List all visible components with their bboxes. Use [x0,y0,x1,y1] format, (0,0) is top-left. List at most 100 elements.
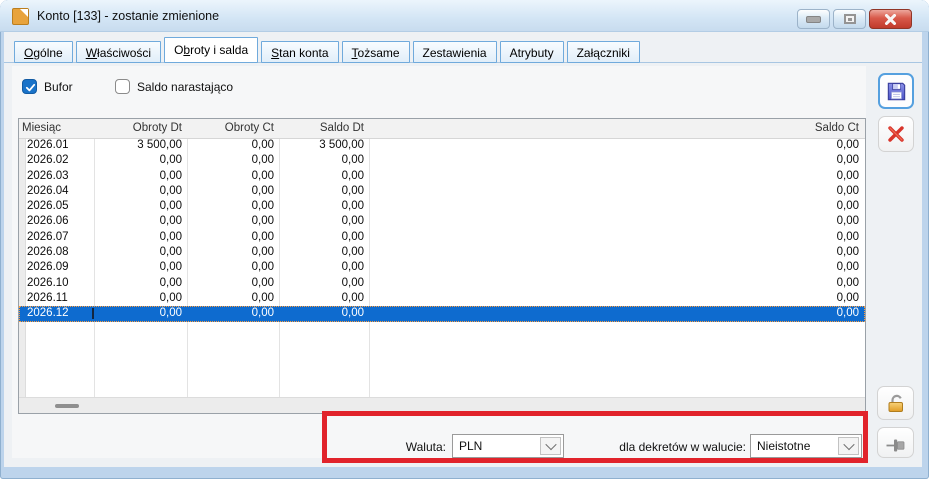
table-row[interactable]: 2026.12 0,00 0,00 0,00 0,00 [19,306,865,322]
cell-saldo-ct: 0,00 [836,246,859,259]
cell-obroty-ct: 0,00 [251,184,274,197]
table-row[interactable]: 2026.04 0,00 0,00 0,00 0,00 [19,184,865,199]
cell-obroty-dt: 0,00 [159,276,182,289]
grid-header: Miesiąc Obroty Dt Obroty Ct Saldo Dt Sal… [19,119,865,139]
currency-value: PLN [459,439,483,453]
tab-strip: Ogólne Właściwości Obroty i salda Stan k… [14,37,640,63]
cell-obroty-dt: 3 500,00 [137,139,182,151]
decree-currency-label: dla dekretów w walucie: [619,440,746,454]
cell-month: 2026.12 [27,307,69,320]
chevron-down-icon [842,438,855,451]
cell-saldo-ct: 0,00 [836,291,859,304]
table-row[interactable]: 2026.09 0,00 0,00 0,00 0,00 [19,260,865,275]
save-button[interactable] [878,73,914,109]
saldo-narastajaco-checkbox[interactable] [115,79,130,94]
cell-obroty-ct: 0,00 [251,200,274,213]
document-icon [12,8,29,25]
cell-saldo-ct: 0,00 [836,261,859,274]
cell-saldo-ct: 0,00 [836,184,859,197]
column-header-obroty-ct: Obroty Ct [224,122,274,134]
tab-wlasciwosci[interactable]: Właściwości [75,41,162,63]
cell-obroty-dt: 0,00 [159,154,182,167]
minimize-button[interactable] [797,9,830,29]
cell-month: 2026.06 [27,215,69,228]
column-header-saldo-ct: Saldo Ct [814,122,859,134]
cell-obroty-dt: 0,00 [159,246,182,259]
cell-obroty-ct: 0,00 [251,139,274,151]
cell-saldo-ct: 0,00 [836,307,859,320]
dialog-window: Konto [133] - zostanie zmienione Ogólne … [0,0,929,479]
decree-dropdown-button[interactable] [838,437,859,455]
cell-obroty-ct: 0,00 [251,276,274,289]
cell-saldo-ct: 0,00 [836,215,859,228]
cell-saldo-ct: 0,00 [836,230,859,243]
lock-button[interactable] [877,386,914,420]
column-header-miesiac: Miesiąc [22,122,61,134]
cell-obroty-dt: 0,00 [159,169,182,182]
cell-saldo-ct: 0,00 [836,200,859,213]
cell-obroty-dt: 0,00 [159,215,182,228]
window-controls [797,9,912,29]
cell-saldo-dt: 0,00 [341,276,364,289]
bufor-checkbox[interactable] [22,79,37,94]
tab-tozsame[interactable]: Tożsame [341,41,410,63]
currency-dropdown-button[interactable] [540,437,561,455]
minimize-icon [806,15,821,23]
close-button[interactable] [869,9,912,29]
tab-stan-konta[interactable]: Stan konta [261,41,339,63]
pin-button[interactable] [877,427,914,458]
tab-atrybuty[interactable]: Atrybuty [499,41,564,63]
currency-select[interactable]: PLN [452,434,564,458]
cell-obroty-ct: 0,00 [251,169,274,182]
column-header-saldo-dt: Saldo Dt [319,122,364,134]
cell-obroty-ct: 0,00 [251,230,274,243]
cancel-button[interactable] [878,116,914,152]
tab-zestawienia[interactable]: Zestawienia [412,41,497,63]
table-row[interactable]: 2026.06 0,00 0,00 0,00 0,00 [19,214,865,229]
cell-saldo-dt: 0,00 [341,184,364,197]
cell-month: 2026.10 [27,276,69,289]
table-row[interactable]: 2026.11 0,00 0,00 0,00 0,00 [19,291,865,306]
cell-month: 2026.07 [27,230,69,243]
chevron-down-icon [544,438,557,451]
horizontal-scrollbar[interactable] [19,397,865,413]
bufor-label: Bufor [44,80,73,94]
cell-obroty-dt: 0,00 [159,200,182,213]
titlebar: Konto [133] - zostanie zmienione [0,0,929,32]
cell-obroty-ct: 0,00 [251,246,274,259]
cell-saldo-dt: 0,00 [341,246,364,259]
table-row[interactable]: 2026.07 0,00 0,00 0,00 0,00 [19,230,865,245]
red-x-icon [888,126,904,142]
maximize-button[interactable] [833,9,866,29]
tab-ogolne[interactable]: Ogólne [14,41,73,63]
cell-obroty-ct: 0,00 [251,291,274,304]
tab-zalaczniki[interactable]: Załączniki [566,41,640,63]
table-row[interactable]: 2026.05 0,00 0,00 0,00 0,00 [19,199,865,214]
cell-saldo-dt: 0,00 [341,169,364,182]
table-row[interactable]: 2026.03 0,00 0,00 0,00 0,00 [19,169,865,184]
table-row[interactable]: 2026.02 0,00 0,00 0,00 0,00 [19,153,865,168]
cell-obroty-ct: 0,00 [251,261,274,274]
cell-saldo-dt: 0,00 [341,215,364,228]
table-row[interactable]: 2026.08 0,00 0,00 0,00 0,00 [19,245,865,260]
table-row[interactable]: 2026.10 0,00 0,00 0,00 0,00 [19,276,865,291]
scrollbar-thumb[interactable] [55,404,79,408]
cell-month: 2026.05 [27,200,69,213]
cell-month: 2026.02 [27,154,69,167]
cell-saldo-dt: 0,00 [341,200,364,213]
cell-obroty-ct: 0,00 [251,154,274,167]
cell-saldo-ct: 0,00 [836,169,859,182]
cell-obroty-dt: 0,00 [159,291,182,304]
cell-saldo-ct: 0,00 [836,276,859,289]
decree-currency-select[interactable]: Nieistotne [750,434,862,458]
table-row[interactable]: 2026.01 3 500,00 0,00 3 500,00 0,00 [19,138,865,153]
cell-obroty-ct: 0,00 [251,215,274,228]
maximize-icon [843,14,856,24]
column-header-obroty-dt: Obroty Dt [132,122,182,134]
cell-saldo-dt: 0,00 [341,230,364,243]
months-grid: Miesiąc Obroty Dt Obroty Ct Saldo Dt Sal… [18,118,866,414]
saldo-narastajaco-label: Saldo narastająco [137,80,234,94]
cell-saldo-dt: 3 500,00 [319,139,364,151]
cell-month: 2026.01 [27,139,69,151]
tab-obroty-i-salda[interactable]: Obroty i salda [164,37,259,63]
